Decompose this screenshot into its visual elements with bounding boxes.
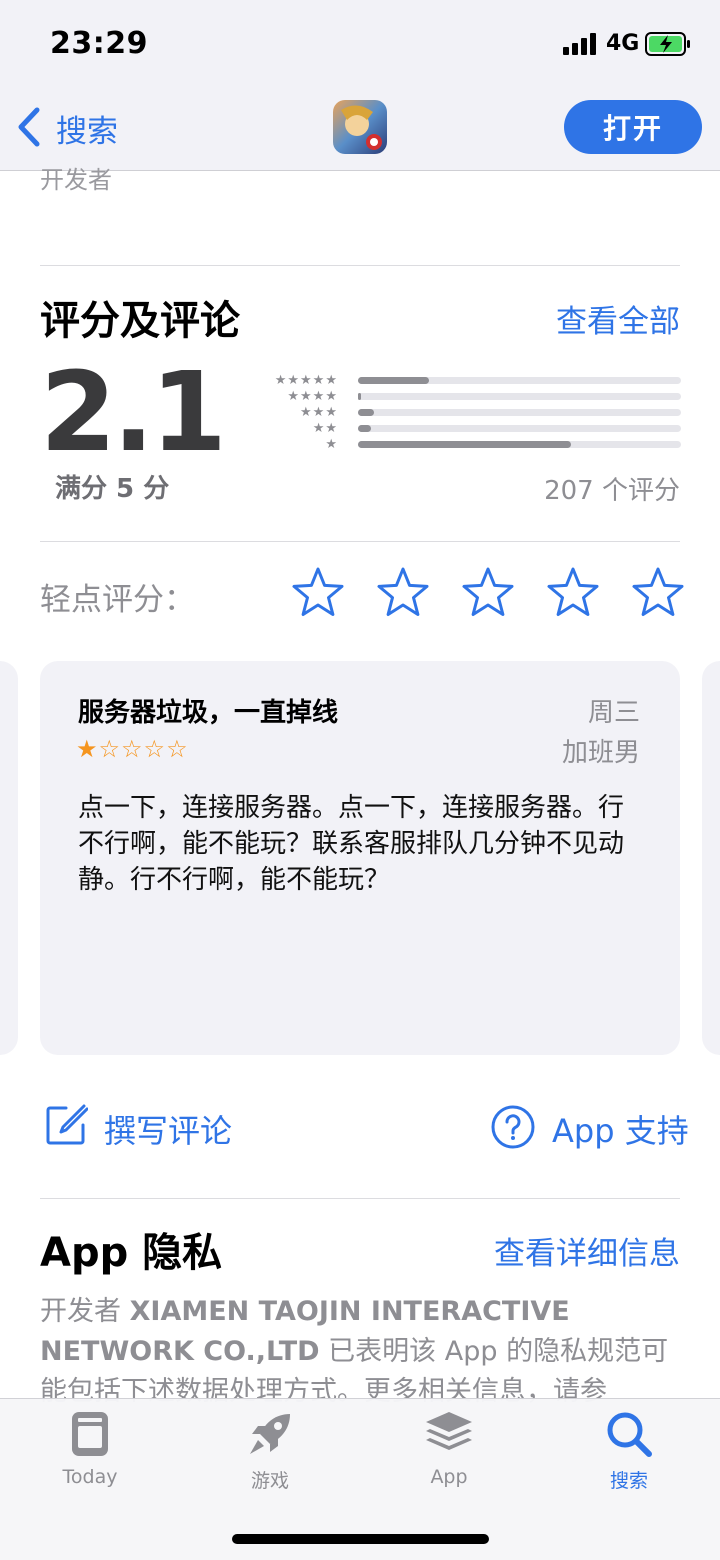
star-label-1: ★: [325, 437, 338, 452]
today-icon: [72, 1412, 108, 1456]
tap-to-rate-label: 轻点评分：: [40, 582, 195, 618]
rating-bar-2: [358, 425, 681, 432]
app-icon: [333, 100, 387, 154]
write-review-button[interactable]: 撰写评论: [104, 1106, 232, 1152]
review-author: 加班男: [561, 738, 640, 768]
rating-bar-fill-1: [358, 441, 572, 448]
search-icon: [607, 1412, 652, 1457]
rating-bar-4: [358, 393, 681, 400]
privacy-details-link[interactable]: 查看详细信息: [440, 1228, 680, 1273]
network-label: 4G: [606, 31, 640, 56]
rate-star-1-icon[interactable]: [292, 566, 344, 618]
compose-icon[interactable]: [44, 1103, 88, 1147]
home-indicator: [232, 1534, 489, 1544]
tab-apps[interactable]: App: [389, 1410, 509, 1488]
battery-charging-icon: [645, 32, 690, 56]
rating-bar-3: [358, 409, 681, 416]
status-time: 23:29: [50, 26, 148, 61]
rating-bar-1: [358, 441, 681, 448]
divider: [40, 541, 680, 542]
review-body: 点一下，连接服务器。点一下，连接服务器。行不行啊，能不能玩？联系客服排队几分钟不…: [78, 793, 625, 895]
rocket-icon: [250, 1414, 290, 1454]
open-button[interactable]: 打开: [564, 100, 702, 154]
review-stars: ★☆☆☆☆: [76, 735, 189, 763]
rating-bar-fill-2: [358, 425, 371, 432]
developer-label-cut: 开发者: [40, 166, 112, 194]
tab-label: App: [430, 1466, 468, 1488]
divider: [40, 1198, 680, 1199]
rate-star-3-icon[interactable]: [462, 566, 514, 618]
ratings-title: 评分及评论: [40, 298, 240, 344]
privacy-body: 开发者 XIAMEN TAOJIN INTERACTIVE NETWORK CO…: [40, 1292, 680, 1412]
signal-icon: [563, 33, 596, 55]
back-button[interactable]: 搜索: [56, 106, 118, 151]
apps-stack-icon: [426, 1412, 472, 1450]
app-support-button[interactable]: App 支持: [552, 1106, 689, 1152]
rating-bar-fill-3: [358, 409, 375, 416]
average-rating: 2.1: [40, 348, 227, 476]
tap-to-rate-stars: [292, 566, 684, 620]
tab-label: Today: [62, 1466, 118, 1488]
rating-count: 207 个评分: [544, 476, 680, 506]
review-card-next[interactable]: [702, 661, 720, 1055]
review-title: 服务器垃圾，一直掉线: [78, 698, 339, 728]
star-label-2: ★★: [312, 421, 338, 436]
privacy-body-prefix: 开发者: [40, 1296, 121, 1327]
rate-star-2-icon[interactable]: [377, 566, 429, 618]
star-label-5: ★★★★★: [274, 373, 338, 388]
chevron-left-icon[interactable]: [16, 106, 42, 148]
tab-search[interactable]: 搜索: [569, 1410, 689, 1493]
tab-label: 搜索: [609, 1470, 648, 1492]
rating-bar-5: [358, 377, 681, 384]
divider: [40, 265, 680, 266]
rating-bar-fill-5: [358, 377, 430, 384]
review-date: 周三: [587, 698, 640, 728]
rate-star-4-icon[interactable]: [547, 566, 599, 618]
rating-bar-fill-4: [358, 393, 362, 400]
star-label-4: ★★★★: [287, 389, 338, 404]
tab-games[interactable]: 游戏: [210, 1410, 330, 1493]
rating-out-of: 满分 5 分: [55, 474, 170, 504]
review-card-previous[interactable]: [0, 661, 18, 1055]
privacy-title: App 隐私: [40, 1230, 223, 1276]
see-all-link[interactable]: 查看全部: [480, 296, 680, 341]
question-circle-icon[interactable]: [490, 1104, 536, 1150]
star-label-3: ★★★: [300, 405, 338, 420]
tab-today[interactable]: Today: [30, 1410, 150, 1488]
tab-label: 游戏: [250, 1470, 289, 1492]
rate-star-5-icon[interactable]: [632, 566, 684, 618]
